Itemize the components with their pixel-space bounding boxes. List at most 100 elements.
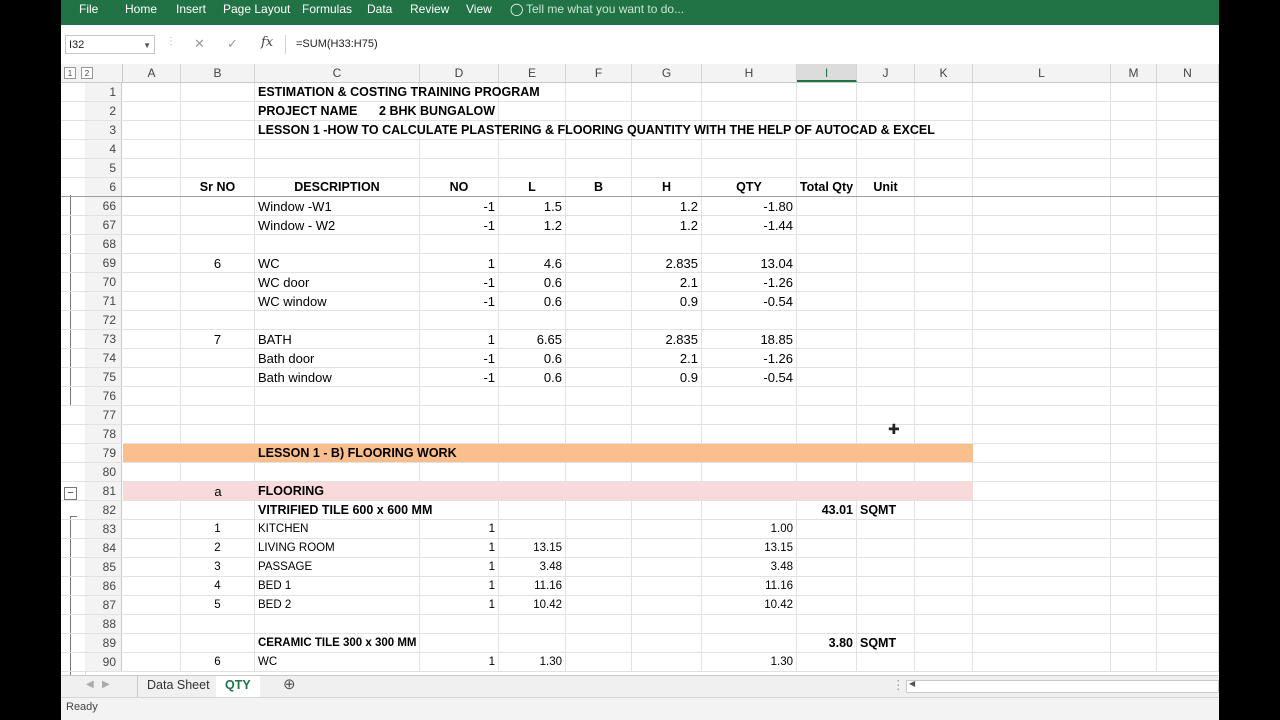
cell-n[interactable] xyxy=(1157,102,1219,120)
cell-g[interactable] xyxy=(632,83,702,101)
cell-b[interactable]: 2 xyxy=(181,539,255,557)
cell-i[interactable] xyxy=(797,539,857,557)
cell-j[interactable] xyxy=(857,558,915,576)
cell-c[interactable] xyxy=(255,615,420,633)
cell-i[interactable] xyxy=(797,83,857,101)
column-header-n[interactable]: N xyxy=(1157,64,1219,82)
cell-f[interactable] xyxy=(566,102,632,120)
cell-a[interactable] xyxy=(123,444,181,462)
cell-d[interactable]: 1 xyxy=(420,558,499,576)
row-header[interactable]: 74 xyxy=(85,349,122,367)
cell-l[interactable] xyxy=(973,235,1111,253)
cell-b[interactable] xyxy=(181,425,255,443)
cell-h[interactable]: 1.30 xyxy=(702,653,797,671)
add-sheet-icon[interactable]: ⊕ xyxy=(274,676,305,697)
cell-m[interactable] xyxy=(1111,159,1157,177)
scroll-tabs-right-icon[interactable]: ▶ xyxy=(93,676,119,697)
cell-a[interactable] xyxy=(123,501,181,519)
cell-j[interactable] xyxy=(857,254,915,272)
cell-e[interactable]: 0.6 xyxy=(499,292,566,310)
cell-l[interactable] xyxy=(973,292,1111,310)
cell-b[interactable] xyxy=(181,501,255,519)
cell-h[interactable]: -1.80 xyxy=(702,197,797,215)
cell-k[interactable] xyxy=(915,197,973,215)
cell-i[interactable] xyxy=(797,349,857,367)
cell-i[interactable] xyxy=(797,463,857,481)
cell-h[interactable]: 10.42 xyxy=(702,596,797,614)
cell-c[interactable] xyxy=(255,159,420,177)
cell-l[interactable] xyxy=(973,140,1111,158)
cell-h[interactable] xyxy=(702,482,797,500)
cell-n[interactable] xyxy=(1157,444,1219,462)
cell-i[interactable] xyxy=(797,368,857,386)
horizontal-scrollbar[interactable]: ◀ xyxy=(906,679,1219,693)
cell-m[interactable] xyxy=(1111,520,1157,538)
cell-d[interactable]: 1 xyxy=(420,330,499,348)
row-header[interactable]: 68 xyxy=(85,235,122,253)
cell-n[interactable] xyxy=(1157,121,1219,139)
cell-h[interactable]: -0.54 xyxy=(702,292,797,310)
cell-c[interactable]: WC window xyxy=(255,292,420,310)
cell-l[interactable] xyxy=(973,653,1111,671)
row-header[interactable]: 66 xyxy=(85,197,122,215)
cell-j[interactable]: SQMT xyxy=(857,501,915,519)
cell-a[interactable] xyxy=(123,558,181,576)
cell-e[interactable] xyxy=(499,406,566,424)
cell-e[interactable]: 1.30 xyxy=(499,653,566,671)
cell-l[interactable] xyxy=(973,425,1111,443)
cell-d[interactable] xyxy=(420,615,499,633)
cell-d[interactable] xyxy=(420,159,499,177)
cell-e[interactable]: 0.6 xyxy=(499,368,566,386)
cell-e[interactable] xyxy=(499,311,566,329)
cell-l[interactable] xyxy=(973,216,1111,234)
column-header-m[interactable]: M xyxy=(1111,64,1157,82)
cell-c[interactable]: Window - W2 xyxy=(255,216,420,234)
cell-b[interactable] xyxy=(181,216,255,234)
cell-f[interactable] xyxy=(566,368,632,386)
column-header-h[interactable]: H xyxy=(702,64,797,82)
cell-d[interactable] xyxy=(420,140,499,158)
cell-g[interactable] xyxy=(632,577,702,595)
cell-k[interactable] xyxy=(915,254,973,272)
column-header-b[interactable]: B xyxy=(181,64,255,82)
cell-d[interactable] xyxy=(420,482,499,500)
cell-a[interactable] xyxy=(123,235,181,253)
cell-a[interactable] xyxy=(123,311,181,329)
cell-m[interactable] xyxy=(1111,349,1157,367)
cell-a[interactable] xyxy=(123,482,181,500)
tab-file[interactable]: File xyxy=(79,0,98,25)
cell-n[interactable] xyxy=(1157,539,1219,557)
cell-n[interactable] xyxy=(1157,406,1219,424)
cell-e[interactable] xyxy=(499,463,566,481)
cell-f[interactable] xyxy=(566,425,632,443)
cell-h[interactable] xyxy=(702,615,797,633)
cell-k[interactable] xyxy=(915,444,973,462)
row-header[interactable]: 84 xyxy=(85,539,122,557)
cell-f[interactable] xyxy=(566,254,632,272)
cell-c[interactable] xyxy=(255,311,420,329)
cell-k[interactable] xyxy=(915,425,973,443)
cell-h[interactable] xyxy=(702,387,797,405)
cell-e[interactable]: 1.5 xyxy=(499,197,566,215)
cell-m[interactable] xyxy=(1111,425,1157,443)
cell-h[interactable]: -0.54 xyxy=(702,368,797,386)
cell-l[interactable] xyxy=(973,178,1111,196)
cell-i[interactable] xyxy=(797,159,857,177)
cell-b[interactable] xyxy=(181,387,255,405)
row-header[interactable]: 73 xyxy=(85,330,122,348)
cell-g[interactable] xyxy=(632,463,702,481)
column-header-f[interactable]: F xyxy=(566,64,632,82)
cell-n[interactable] xyxy=(1157,425,1219,443)
cell-k[interactable] xyxy=(915,140,973,158)
cell-j[interactable] xyxy=(857,330,915,348)
cell-d[interactable] xyxy=(420,235,499,253)
cell-k[interactable] xyxy=(915,159,973,177)
cell-i[interactable] xyxy=(797,615,857,633)
cell-l[interactable] xyxy=(973,577,1111,595)
cell-c[interactable]: DESCRIPTION xyxy=(255,178,420,196)
cell-g[interactable] xyxy=(632,596,702,614)
cell-l[interactable] xyxy=(973,444,1111,462)
cell-n[interactable] xyxy=(1157,463,1219,481)
cell-h[interactable] xyxy=(702,501,797,519)
cell-g[interactable]: 2.1 xyxy=(632,349,702,367)
